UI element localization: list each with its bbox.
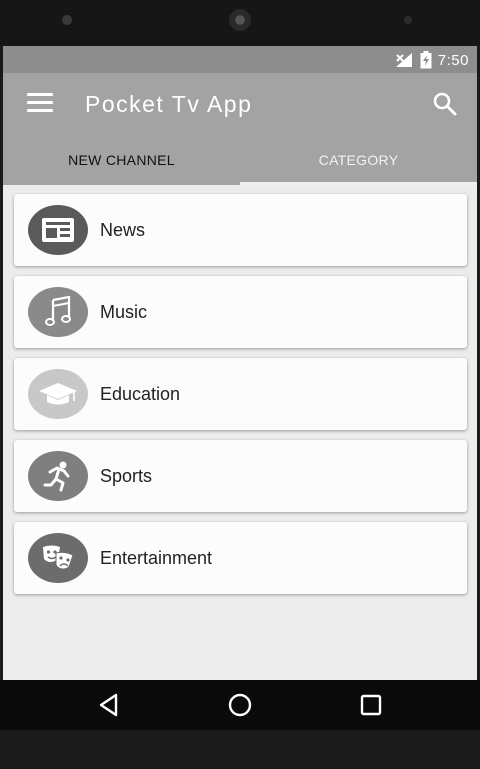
category-list: News Music Education Sports Entertainmen…	[14, 194, 467, 604]
device-top-bezel	[0, 0, 480, 46]
search-icon[interactable]	[431, 90, 459, 118]
front-camera	[229, 9, 251, 31]
category-item-education[interactable]: Education	[14, 358, 467, 430]
back-triangle-icon[interactable]	[96, 692, 122, 718]
category-item-music[interactable]: Music	[14, 276, 467, 348]
theater-masks-icon	[28, 533, 88, 583]
device-bottom-bezel	[0, 730, 480, 769]
music-note-icon	[28, 287, 88, 337]
tab-indicator	[240, 182, 477, 185]
runner-icon	[28, 451, 88, 501]
battery-icon	[420, 51, 432, 69]
tab-label: NEW CHANNEL	[68, 152, 175, 168]
tab-category[interactable]: CATEGORY	[240, 135, 477, 185]
hamburger-menu-icon[interactable]	[27, 93, 55, 115]
light-sensor	[404, 16, 412, 24]
home-circle-icon[interactable]	[227, 692, 253, 718]
phone-screen: 7:50 Pocket Tv App NEW CHANNEL CATEGORY	[3, 46, 477, 680]
graduation-cap-icon	[28, 369, 88, 419]
category-item-entertainment[interactable]: Entertainment	[14, 522, 467, 594]
recents-square-icon[interactable]	[358, 692, 384, 718]
system-nav-bar	[0, 680, 480, 730]
category-label: Education	[100, 384, 181, 404]
app-title: Pocket Tv App	[85, 91, 253, 117]
category-label: News	[100, 220, 146, 240]
status-bar: 7:50	[3, 46, 477, 73]
category-item-news[interactable]: News	[14, 194, 467, 266]
tab-new-channel[interactable]: NEW CHANNEL	[3, 135, 240, 185]
category-label: Sports	[100, 466, 153, 486]
proximity-sensor	[62, 15, 72, 25]
category-label: Music	[100, 302, 148, 322]
category-item-sports[interactable]: Sports	[14, 440, 467, 512]
newspaper-icon	[28, 205, 88, 255]
signal-icon	[395, 53, 412, 67]
tab-label: CATEGORY	[318, 152, 399, 168]
status-time: 7:50	[437, 51, 469, 69]
app-bar: Pocket Tv App	[3, 73, 477, 135]
tab-bar: NEW CHANNEL CATEGORY	[3, 135, 477, 185]
category-label: Entertainment	[100, 548, 213, 568]
